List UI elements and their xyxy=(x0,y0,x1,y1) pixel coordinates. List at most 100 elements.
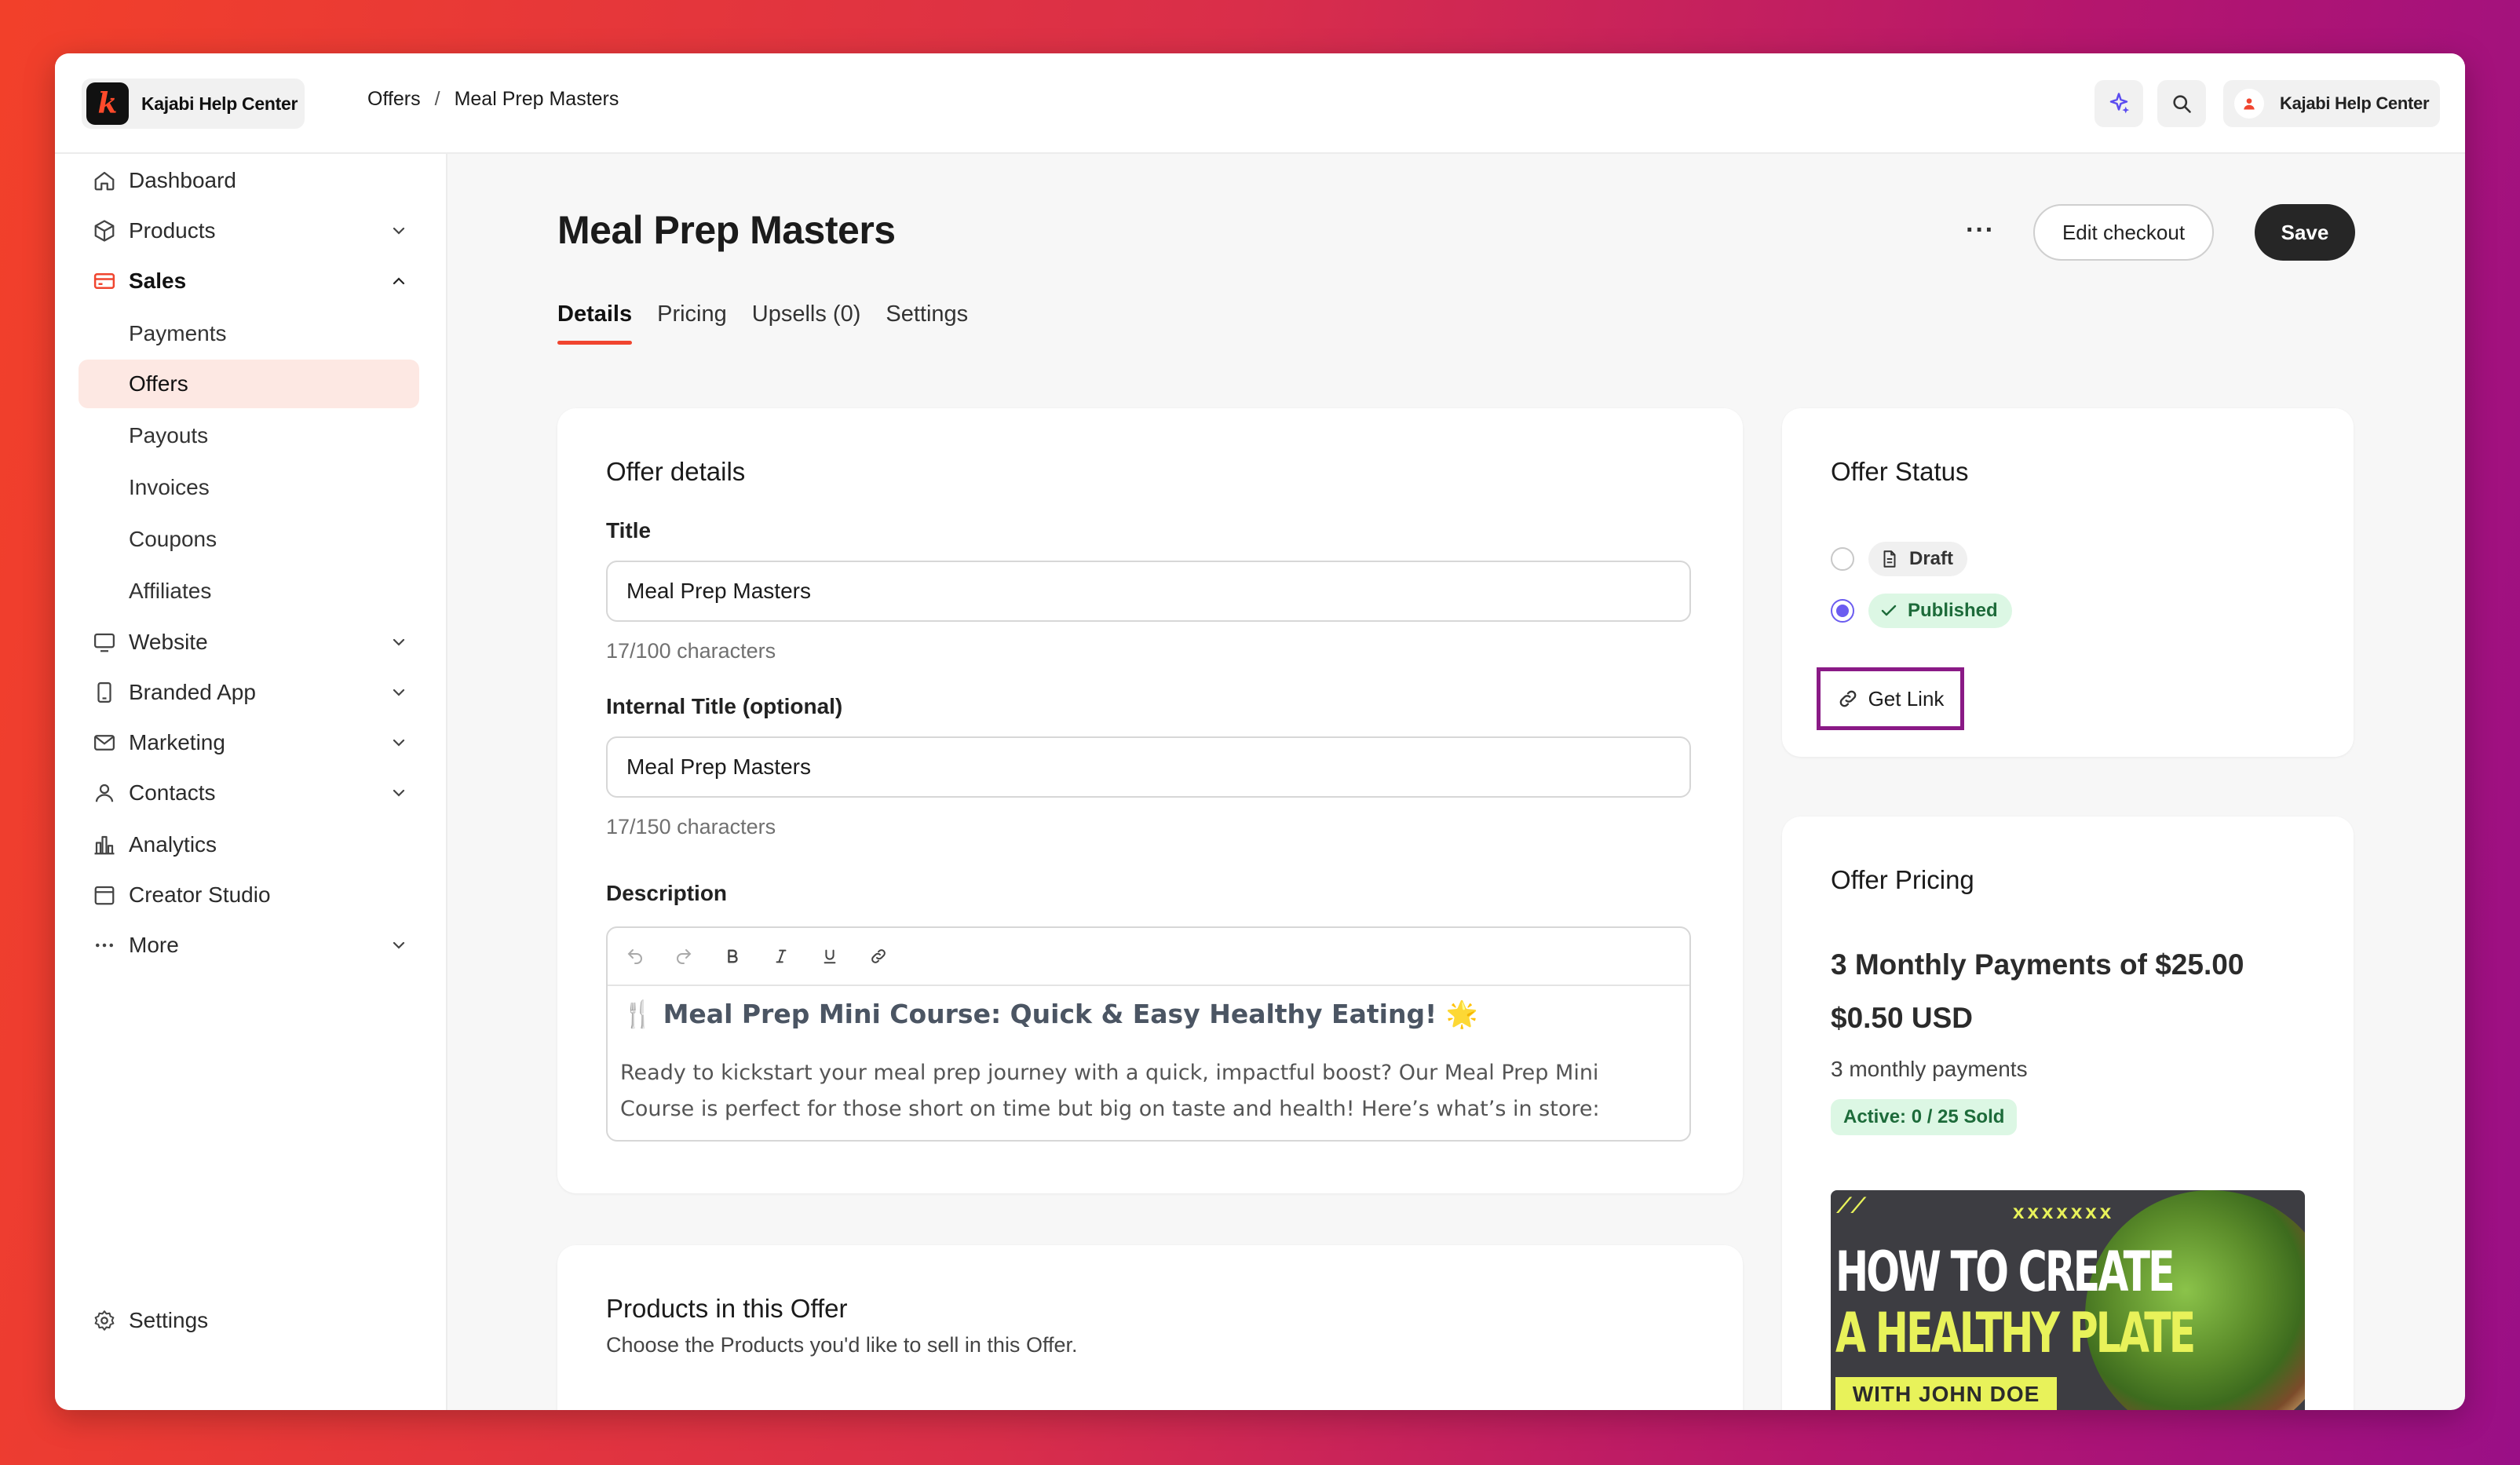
draft-radio[interactable] xyxy=(1831,547,1854,571)
sidebar-item-payouts[interactable]: Payouts xyxy=(79,411,419,460)
get-link-label: Get Link xyxy=(1868,686,1945,711)
sidebar-item-affiliates[interactable]: Affiliates xyxy=(79,567,419,616)
tab-details[interactable]: Details xyxy=(557,301,633,345)
avatar xyxy=(2234,89,2264,119)
calendar-icon xyxy=(94,886,115,905)
mail-icon xyxy=(94,735,115,751)
tab-pricing[interactable]: Pricing xyxy=(657,301,727,345)
link-icon xyxy=(1839,690,1856,707)
sidebar-item-dashboard[interactable]: Dashboard xyxy=(79,157,419,204)
sidebar-item-products[interactable]: Products xyxy=(79,207,419,254)
description-heading-text: 🍴 Meal Prep Mini Course: Quick & Easy He… xyxy=(622,999,1478,1029)
search-button[interactable] xyxy=(2157,80,2206,127)
brand-switcher[interactable]: k Kajabi Help Center xyxy=(82,79,305,129)
chevron-down-icon xyxy=(393,638,405,646)
tab-upsells[interactable]: Upsells (0) xyxy=(752,301,861,345)
sidebar-item-coupons[interactable]: Coupons xyxy=(79,515,419,564)
sidebar-item-website[interactable]: Website xyxy=(79,619,419,666)
chevron-down-icon xyxy=(393,789,405,797)
box-icon xyxy=(94,220,115,242)
status-option-published[interactable]: Published xyxy=(1831,594,2012,628)
chevron-down-icon xyxy=(393,941,405,949)
undo-button[interactable] xyxy=(619,940,652,973)
offer-status-heading: Offer Status xyxy=(1831,457,1969,486)
chevron-down-icon xyxy=(393,227,405,235)
thumbnail-stars: xxxxxxx xyxy=(2013,1200,2115,1223)
sidebar-item-label: Invoices xyxy=(129,475,210,499)
sidebar-item-payments[interactable]: Payments xyxy=(79,309,419,358)
internal-title-char-count: 17/150 characters xyxy=(606,815,776,838)
sidebar-item-label: Contacts xyxy=(129,780,216,805)
sidebar-item-label: Offers xyxy=(129,371,188,396)
sidebar-item-offers[interactable]: Offers xyxy=(79,360,419,408)
thumbnail-line-2: A HEALTHY PLATE xyxy=(1835,1301,2196,1365)
status-option-draft[interactable]: Draft xyxy=(1831,542,1968,576)
app-window: k Kajabi Help Center Offers / Meal Prep … xyxy=(55,53,2465,1410)
breadcrumb-offers-link[interactable]: Offers xyxy=(367,88,421,111)
sold-status-badge: Active: 0 / 25 Sold xyxy=(1831,1099,2018,1135)
products-subtitle: Choose the Products you'd like to sell i… xyxy=(606,1333,1078,1357)
sidebar-item-label: More xyxy=(129,933,179,957)
get-link-button[interactable]: Get Link xyxy=(1817,667,1964,730)
sparkle-icon xyxy=(2109,93,2130,114)
published-radio[interactable] xyxy=(1831,599,1854,623)
underline-icon xyxy=(824,949,836,964)
sidebar-item-sales[interactable]: Sales xyxy=(79,258,419,305)
sidebar-item-label: Marketing xyxy=(129,730,225,754)
ai-assistant-button[interactable] xyxy=(2095,80,2143,127)
sidebar-item-label: Coupons xyxy=(129,527,217,551)
redo-button[interactable] xyxy=(667,940,700,973)
sidebar-item-branded-app[interactable]: Branded App xyxy=(79,669,419,716)
sidebar-item-invoices[interactable]: Invoices xyxy=(79,463,419,512)
link-button[interactable] xyxy=(862,940,895,973)
sidebar-item-label: Branded App xyxy=(129,680,256,704)
sidebar-item-label: Creator Studio xyxy=(129,882,271,907)
sidebar-item-analytics[interactable]: Analytics xyxy=(79,821,419,868)
sidebar-item-contacts[interactable]: Contacts xyxy=(79,769,419,817)
offer-status-card: Offer Status Draft Published Get Link xyxy=(1782,408,2354,757)
published-badge: Published xyxy=(1868,594,2012,628)
check-icon xyxy=(1881,605,1897,616)
top-bar: k Kajabi Help Center Offers / Meal Prep … xyxy=(55,53,2465,154)
description-editor[interactable]: 🍴 Meal Prep Mini Course: Quick & Easy He… xyxy=(606,926,1691,1142)
dots-icon xyxy=(96,943,113,948)
page-title: Meal Prep Masters xyxy=(557,208,896,252)
tab-settings[interactable]: Settings xyxy=(886,301,968,345)
offer-details-heading: Offer details xyxy=(606,457,746,486)
price-subtitle: 3 monthly payments xyxy=(1831,1057,2028,1081)
breadcrumb-separator: / xyxy=(434,88,440,110)
link-icon xyxy=(871,949,886,963)
italic-button[interactable] xyxy=(765,940,798,973)
price-line-primary: 3 Monthly Payments of $25.00 xyxy=(1831,948,2244,981)
chevron-down-icon xyxy=(393,689,405,696)
monitor-icon xyxy=(94,633,115,652)
sidebar-item-marketing[interactable]: Marketing xyxy=(79,719,419,766)
search-icon xyxy=(2173,95,2191,113)
italic-icon xyxy=(776,949,787,963)
home-icon xyxy=(94,171,115,191)
description-body-text: Ready to kickstart your meal prep journe… xyxy=(620,1061,1600,1121)
save-button[interactable]: Save xyxy=(2255,204,2355,261)
offer-pricing-card: Offer Pricing 3 Monthly Payments of $25.… xyxy=(1782,817,2354,1410)
edit-checkout-button[interactable]: Edit checkout xyxy=(2033,204,2214,261)
published-label: Published xyxy=(1908,600,1998,621)
draft-label: Draft xyxy=(1909,548,1954,569)
internal-title-input[interactable]: Meal Prep Masters xyxy=(606,736,1691,798)
phone-icon xyxy=(97,682,111,703)
sidebar-item-more[interactable]: More xyxy=(79,922,419,969)
title-label: Title xyxy=(606,518,652,543)
gear-icon xyxy=(94,1310,115,1331)
sidebar-item-label: Products xyxy=(129,218,216,243)
sidebar-item-settings[interactable]: Settings xyxy=(79,1297,419,1344)
sidebar-item-label: Affiliates xyxy=(129,579,212,603)
title-char-count: 17/100 characters xyxy=(606,639,776,663)
title-input[interactable]: Meal Prep Masters xyxy=(606,561,1691,622)
user-menu-button[interactable]: Kajabi Help Center xyxy=(2223,80,2440,127)
bold-button[interactable] xyxy=(716,940,749,973)
underline-button[interactable] xyxy=(813,940,846,973)
sidebar-item-creator-studio[interactable]: Creator Studio xyxy=(79,871,419,919)
price-line-secondary: $0.50 USD xyxy=(1831,1002,1973,1034)
bar-chart-icon xyxy=(94,835,115,855)
more-actions-button[interactable]: ··· xyxy=(1966,215,1995,246)
sidebar-item-label: Dashboard xyxy=(129,168,236,192)
